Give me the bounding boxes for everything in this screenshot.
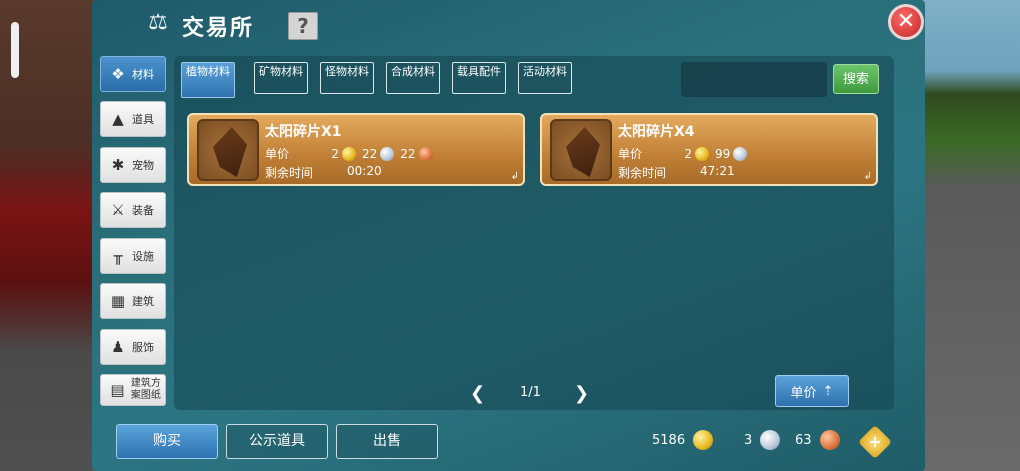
blueprint-icon: ▤ [110, 381, 125, 399]
gold-coin-icon [342, 146, 356, 161]
ore-icon: ❖ [111, 65, 125, 83]
sort-arrow-icon: ⇡ [822, 383, 834, 399]
sword-icon: ⚔ [111, 201, 125, 219]
copper-balance: 63 [795, 432, 812, 448]
screen-handle[interactable] [11, 22, 19, 78]
time-remaining: 00:20 [347, 164, 382, 178]
plus-icon: + [868, 432, 882, 451]
scales-icon: ⚖ [148, 10, 168, 35]
item-thumbnail [197, 119, 259, 181]
copper-amount: 22 [400, 146, 416, 161]
tab-event-materials[interactable]: 活动材料 [518, 62, 572, 94]
sell-button[interactable]: 出售 [336, 424, 438, 459]
copper-coin-icon [819, 430, 840, 450]
silver-coin-icon [733, 146, 748, 161]
sidebar-item-items[interactable]: ▲ 道具 [100, 101, 166, 137]
silver-balance: 3 [744, 432, 753, 448]
sidebar-item-label: 宠物 [132, 159, 154, 172]
wallet-copper: 63 [795, 430, 840, 450]
next-page-button[interactable]: ❯ [574, 383, 589, 404]
sidebar-item-label: 建筑方案图纸 [130, 378, 161, 401]
sidebar-item-label: 服饰 [132, 341, 154, 354]
sidebar-item-label: 设施 [132, 250, 154, 263]
add-currency-button[interactable]: + [858, 425, 892, 459]
listing-card[interactable]: 太阳碎片X4 单价 2 99 剩余时间 47:21 ↲ [540, 113, 878, 186]
item-name: 太阳碎片X4 [618, 124, 695, 140]
time-label: 剩余时间 [265, 166, 314, 180]
help-button[interactable]: ? [288, 12, 318, 40]
sidebar-item-blueprints[interactable]: ▤ 建筑方案图纸 [100, 374, 166, 406]
gold-balance: 5186 [652, 432, 686, 448]
time-row: 剩余时间 47:21 [618, 164, 735, 181]
time-remaining: 47:21 [700, 164, 735, 178]
pagination: ❮ 1/1 ❯ [470, 383, 590, 404]
gold-amount: 2 [684, 146, 692, 161]
tab-plant-materials[interactable]: 植物材料 [181, 62, 235, 98]
public-items-button[interactable]: 公示道具 [226, 424, 328, 459]
shirt-icon: ♟ [111, 338, 125, 356]
world-right [920, 0, 1020, 471]
copper-coin-icon [418, 146, 433, 161]
sun-shard-icon [566, 127, 600, 177]
price-row: 单价 2 22 22 [265, 145, 439, 162]
sidebar-item-label: 道具 [132, 113, 154, 126]
item-thumbnail [550, 119, 612, 181]
tab-monster-materials[interactable]: 怪物材料 [320, 62, 374, 94]
titlebar: ⚖ 交易所 ? [92, 0, 925, 52]
silver-amount: 99 [715, 146, 731, 161]
expand-corner-icon: ↲ [510, 171, 519, 182]
wallet-gold: 5186 [652, 430, 714, 450]
sort-by-price-button[interactable]: 单价 ⇡ [775, 375, 849, 407]
expand-corner-icon: ↲ [863, 171, 872, 182]
listing-panel [174, 56, 894, 410]
sidebar-item-pets[interactable]: ✱ 宠物 [100, 147, 166, 183]
time-row: 剩余时间 00:20 [265, 164, 382, 181]
silver-coin-icon [380, 146, 395, 161]
sidebar-item-label: 装备 [132, 204, 154, 217]
sidebar-item-label: 材料 [132, 68, 154, 81]
time-label: 剩余时间 [618, 166, 667, 180]
flask-icon: ▲ [112, 110, 124, 128]
item-name: 太阳碎片X1 [265, 124, 342, 140]
window-title: 交易所 [182, 16, 255, 41]
listing-card[interactable]: 太阳碎片X1 单价 2 22 22 剩余时间 00:20 ↲ [187, 113, 525, 186]
sort-label: 单价 [790, 385, 817, 401]
price-label: 单价 [618, 147, 643, 161]
sidebar-item-label: 建筑 [132, 295, 154, 308]
fence-icon: ╥ [113, 247, 123, 265]
gold-amount: 2 [331, 146, 339, 161]
sidebar-item-clothing[interactable]: ♟ 服饰 [100, 329, 166, 365]
prev-page-button[interactable]: ❮ [470, 383, 485, 404]
silver-amount: 22 [362, 146, 378, 161]
sidebar-item-materials[interactable]: ❖ 材料 [100, 56, 166, 92]
price-row: 单价 2 99 [618, 145, 753, 162]
tab-vehicle-parts[interactable]: 载具配件 [452, 62, 506, 94]
search-input[interactable] [681, 62, 827, 97]
search-button[interactable]: 搜索 [833, 64, 879, 94]
sidebar-item-equipment[interactable]: ⚔ 装备 [100, 192, 166, 228]
gold-coin-icon [693, 430, 714, 450]
tab-mineral-materials[interactable]: 矿物材料 [254, 62, 308, 94]
gold-coin-icon [695, 146, 709, 161]
wall-icon: ▦ [110, 292, 126, 310]
paw-icon: ✱ [111, 156, 125, 174]
tab-crafted-materials[interactable]: 合成材料 [386, 62, 440, 94]
page-indicator: 1/1 [520, 385, 541, 400]
close-button[interactable]: ✕ [888, 4, 924, 40]
price-label: 单价 [265, 147, 290, 161]
sidebar-item-facilities[interactable]: ╥ 设施 [100, 238, 166, 274]
buy-tab-button[interactable]: 购买 [116, 424, 218, 459]
silver-coin-icon [760, 430, 781, 450]
sun-shard-icon [213, 127, 247, 177]
sidebar-item-buildings[interactable]: ▦ 建筑 [100, 283, 166, 319]
wallet-silver: 3 [744, 430, 781, 450]
